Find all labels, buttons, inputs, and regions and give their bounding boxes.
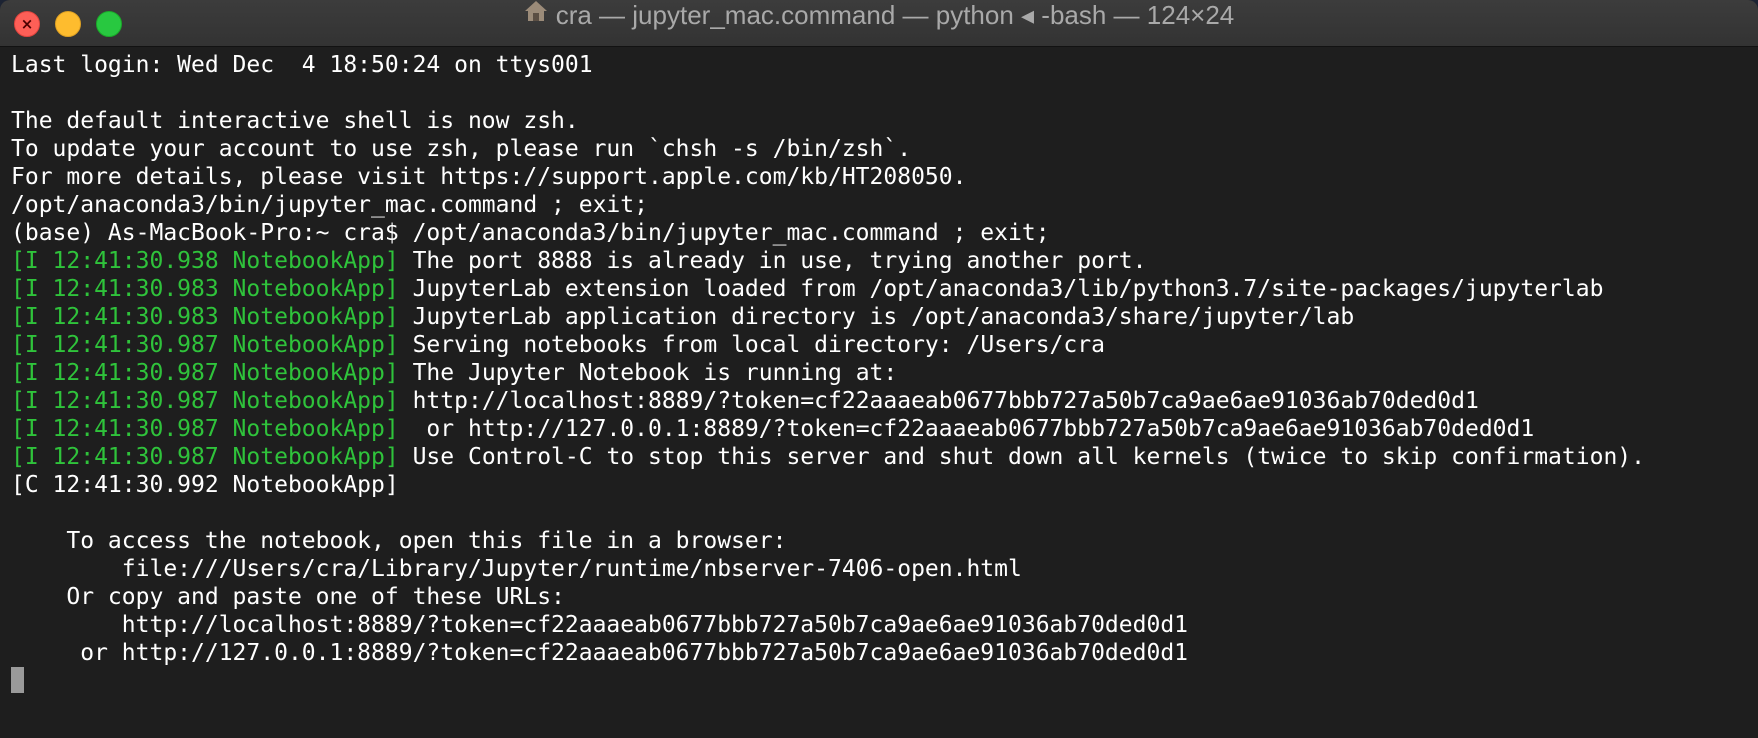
terminal-line: [I 12:41:30.987 NotebookApp] Serving not… xyxy=(11,332,1645,360)
terminal-line: Or copy and paste one of these URLs: xyxy=(11,584,1645,612)
line-text: Or copy and paste one of these URLs: xyxy=(11,584,565,610)
terminal-line: For more details, please visit https://s… xyxy=(11,164,1645,192)
home-folder-icon xyxy=(524,0,548,30)
log-prefix: [I 12:41:30.987 NotebookApp] xyxy=(11,332,399,358)
line-text: http://localhost:8889/?token=cf22aaaeab0… xyxy=(398,388,1479,414)
terminal-line: [I 12:41:30.983 NotebookApp] JupyterLab … xyxy=(11,276,1645,304)
line-text: or http://127.0.0.1:8889/?token=cf22aaae… xyxy=(398,416,1535,442)
line-text: For more details, please visit https://s… xyxy=(11,164,967,190)
terminal-output-area[interactable]: Last login: Wed Dec 4 18:50:24 on ttys00… xyxy=(0,47,1758,738)
terminal-lines: Last login: Wed Dec 4 18:50:24 on ttys00… xyxy=(11,52,1645,696)
scrollbar-track[interactable] xyxy=(1750,47,1758,738)
line-text: or http://127.0.0.1:8889/?token=cf22aaae… xyxy=(11,640,1189,666)
title-bar[interactable]: × cra — jupyter_mac.command — python ◂ -… xyxy=(0,0,1758,47)
window-title-container: cra — jupyter_mac.command — python ◂ -ba… xyxy=(0,0,1758,47)
text-cursor xyxy=(11,666,24,693)
line-text: The default interactive shell is now zsh… xyxy=(11,108,579,134)
log-prefix: [I 12:41:30.987 NotebookApp] xyxy=(11,416,399,442)
terminal-line: [I 12:41:30.987 NotebookApp] The Jupyter… xyxy=(11,360,1645,388)
line-text: The port 8888 is already in use, trying … xyxy=(398,248,1147,274)
line-text: To access the notebook, open this file i… xyxy=(11,528,787,554)
terminal-line: file:///Users/cra/Library/Jupyter/runtim… xyxy=(11,556,1645,584)
terminal-line: or http://127.0.0.1:8889/?token=cf22aaae… xyxy=(11,640,1645,668)
terminal-line: [C 12:41:30.992 NotebookApp] xyxy=(11,472,1645,500)
line-text: [C 12:41:30.992 NotebookApp] xyxy=(11,472,399,498)
line-text: JupyterLab application directory is /opt… xyxy=(398,304,1355,330)
line-text: Use Control-C to stop this server and sh… xyxy=(398,444,1645,470)
terminal-line: [I 12:41:30.987 NotebookApp] Use Control… xyxy=(11,444,1645,472)
terminal-line: http://localhost:8889/?token=cf22aaaeab0… xyxy=(11,612,1645,640)
line-text: To update your account to use zsh, pleas… xyxy=(11,136,912,162)
terminal-line: To update your account to use zsh, pleas… xyxy=(11,136,1645,164)
line-text: JupyterLab extension loaded from /opt/an… xyxy=(398,276,1604,302)
log-prefix: [I 12:41:30.987 NotebookApp] xyxy=(11,360,399,386)
terminal-line: The default interactive shell is now zsh… xyxy=(11,108,1645,136)
line-text: http://localhost:8889/?token=cf22aaaeab0… xyxy=(11,612,1189,638)
terminal-line: /opt/anaconda3/bin/jupyter_mac.command ;… xyxy=(11,192,1645,220)
log-prefix: [I 12:41:30.983 NotebookApp] xyxy=(11,304,399,330)
line-text: Serving notebooks from local directory: … xyxy=(398,332,1105,358)
terminal-line: [I 12:41:30.983 NotebookApp] JupyterLab … xyxy=(11,304,1645,332)
prompt-line[interactable] xyxy=(11,666,1645,696)
line-text: The Jupyter Notebook is running at: xyxy=(398,360,898,386)
terminal-line: [I 12:41:30.987 NotebookApp] http://loca… xyxy=(11,388,1645,416)
log-prefix: [I 12:41:30.983 NotebookApp] xyxy=(11,276,399,302)
window-title: cra — jupyter_mac.command — python ◂ -ba… xyxy=(555,0,1235,30)
log-prefix: [I 12:41:30.987 NotebookApp] xyxy=(11,388,399,414)
log-prefix: [I 12:41:30.987 NotebookApp] xyxy=(11,444,399,470)
terminal-line: [I 12:41:30.987 NotebookApp] or http://1… xyxy=(11,416,1645,444)
terminal-window: × cra — jupyter_mac.command — python ◂ -… xyxy=(0,0,1758,738)
terminal-line: Last login: Wed Dec 4 18:50:24 on ttys00… xyxy=(11,52,1645,80)
log-prefix: [I 12:41:30.938 NotebookApp] xyxy=(11,248,399,274)
line-text: Last login: Wed Dec 4 18:50:24 on ttys00… xyxy=(11,52,593,78)
terminal-line: [I 12:41:30.938 NotebookApp] The port 88… xyxy=(11,248,1645,276)
line-text: /opt/anaconda3/bin/jupyter_mac.command ;… xyxy=(11,192,648,218)
line-text: file:///Users/cra/Library/Jupyter/runtim… xyxy=(11,556,1022,582)
terminal-line: (base) As-MacBook-Pro:~ cra$ /opt/anacon… xyxy=(11,220,1645,248)
line-text: (base) As-MacBook-Pro:~ cra$ /opt/anacon… xyxy=(11,220,1050,246)
terminal-line: To access the notebook, open this file i… xyxy=(11,528,1645,556)
